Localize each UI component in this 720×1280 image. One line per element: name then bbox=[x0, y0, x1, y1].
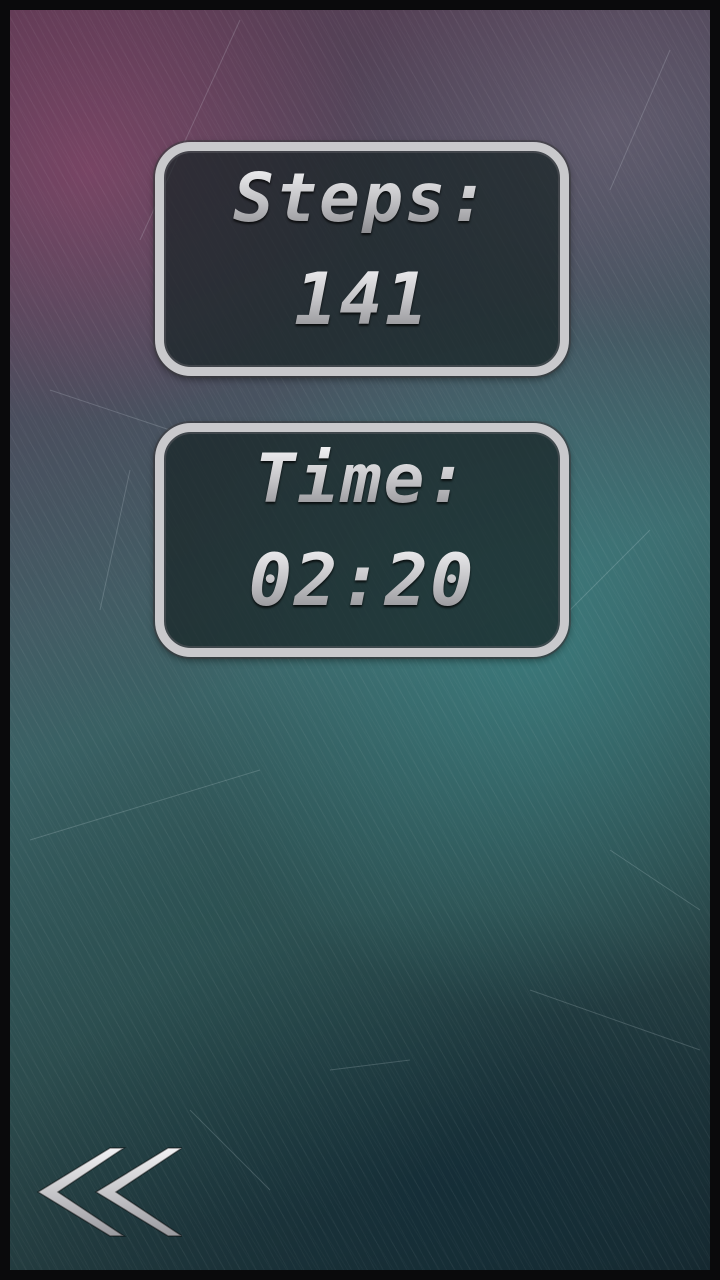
double-chevron-left-icon bbox=[36, 1147, 185, 1237]
time-label: Time: bbox=[164, 446, 560, 514]
back-button[interactable] bbox=[32, 1142, 185, 1242]
device-frame: Steps: 141 Time: 02:20 bbox=[0, 0, 720, 1280]
steps-value: 141 bbox=[164, 263, 560, 335]
game-screen: Steps: 141 Time: 02:20 bbox=[10, 10, 710, 1270]
steps-label: Steps: bbox=[164, 165, 560, 233]
time-panel: Time: 02:20 bbox=[155, 423, 569, 657]
steps-panel: Steps: 141 bbox=[155, 142, 569, 376]
time-value: 02:20 bbox=[164, 544, 560, 616]
